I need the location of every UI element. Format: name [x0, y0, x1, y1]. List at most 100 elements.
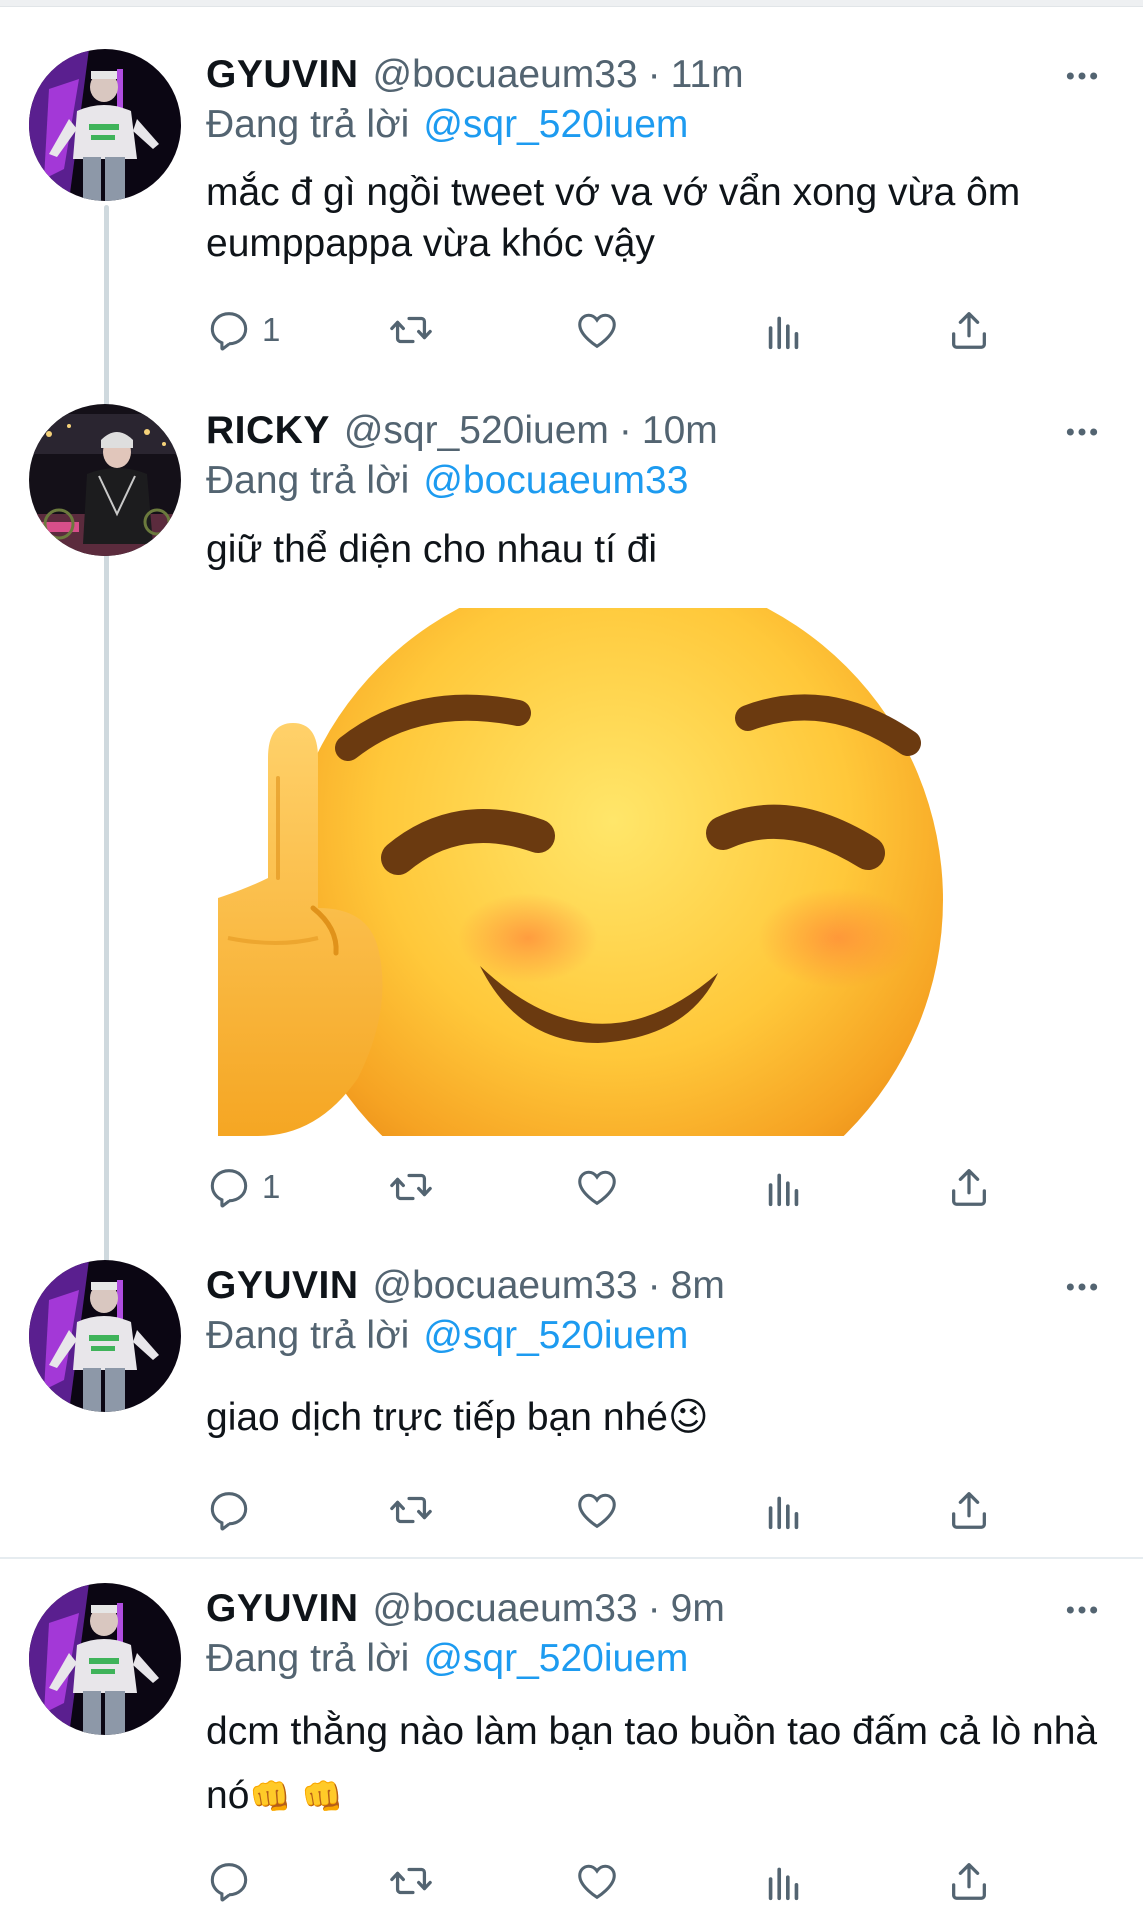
avatar[interactable]	[29, 1260, 181, 1412]
tweet-divider	[0, 1557, 1143, 1559]
heart-icon	[578, 313, 616, 349]
views-icon	[768, 1867, 799, 1901]
action-bar: 1	[206, 1162, 1026, 1212]
display-name[interactable]: RICKY	[206, 409, 330, 453]
avatar-ricky-image	[29, 404, 181, 556]
mention-link[interactable]: @sqr_520iuem	[423, 103, 688, 146]
separator-dot: ·	[647, 53, 661, 96]
more-button[interactable]	[1058, 52, 1106, 100]
replying-label: Đang trả lời	[206, 1314, 410, 1357]
like-button[interactable]	[574, 1485, 620, 1535]
separator-dot: ·	[647, 1587, 661, 1630]
user-handle[interactable]: @bocuaeum33	[373, 53, 638, 97]
more-button[interactable]	[1058, 1586, 1106, 1634]
share-icon	[952, 312, 986, 349]
tweet-text-content: giao dịch trực tiếp bạn nhé	[206, 1396, 668, 1439]
tweet-text: dcm thằng nào làm bạn tao buồn tao đấm c…	[206, 1700, 1106, 1829]
views-button[interactable]	[761, 1162, 807, 1212]
reply-button[interactable]	[206, 1485, 252, 1535]
avatar-gyuvin-image	[29, 1260, 181, 1412]
display-name[interactable]: GYUVIN	[206, 1587, 359, 1631]
display-name[interactable]: GYUVIN	[206, 1264, 359, 1308]
views-icon	[768, 316, 799, 350]
heart-icon	[578, 1864, 616, 1900]
share-button[interactable]	[946, 305, 992, 355]
retweet-icon	[390, 316, 432, 344]
mention-link[interactable]: @bocuaeum33	[423, 459, 688, 502]
replying-label: Đang trả lời	[206, 103, 410, 146]
share-button[interactable]	[946, 1485, 992, 1535]
action-bar	[206, 1485, 1026, 1535]
user-handle[interactable]: @bocuaeum33	[373, 1587, 638, 1631]
timestamp[interactable]: 8m	[671, 1264, 725, 1308]
avatar[interactable]	[29, 1583, 181, 1735]
heart-icon	[578, 1170, 616, 1206]
avatar-gyuvin-image	[29, 1583, 181, 1735]
replying-to: Đang trả lời @sqr_520iuem	[206, 103, 688, 147]
timestamp[interactable]: 10m	[642, 409, 718, 453]
more-icon	[1066, 1283, 1098, 1291]
more-button[interactable]	[1058, 408, 1106, 456]
retweet-button[interactable]	[388, 1485, 434, 1535]
reply-icon	[210, 1863, 248, 1902]
replying-label: Đang trả lời	[206, 459, 410, 502]
avatar[interactable]	[29, 404, 181, 556]
separator-dot: ·	[647, 1264, 661, 1307]
retweet-icon	[390, 1867, 432, 1895]
retweet-button[interactable]	[388, 305, 434, 355]
views-button[interactable]	[761, 1856, 807, 1906]
action-bar: 1	[206, 305, 1026, 355]
share-icon	[952, 1492, 986, 1529]
mention-link[interactable]: @sqr_520iuem	[423, 1637, 688, 1680]
retweet-button[interactable]	[388, 1162, 434, 1212]
views-button[interactable]	[761, 305, 807, 355]
wink-emoji: 😉	[667, 1396, 709, 1439]
user-handle[interactable]: @sqr_520iuem	[344, 409, 609, 453]
avatar[interactable]	[29, 49, 181, 201]
more-icon	[1066, 1606, 1098, 1614]
reply-button[interactable]: 1	[206, 1162, 280, 1212]
like-button[interactable]	[574, 305, 620, 355]
views-icon	[768, 1173, 799, 1207]
like-button[interactable]	[574, 1162, 620, 1212]
tweet-text: giao dịch trực tiếp bạn nhé😉	[206, 1392, 1106, 1443]
share-button[interactable]	[946, 1856, 992, 1906]
timestamp[interactable]: 9m	[671, 1587, 725, 1631]
reply-count: 1	[262, 1168, 281, 1205]
tweet-media-image[interactable]	[218, 608, 1048, 1136]
top-border	[0, 0, 1143, 7]
retweet-button[interactable]	[388, 1856, 434, 1906]
replying-to: Đang trả lời @bocuaeum33	[206, 459, 688, 503]
user-handle[interactable]: @bocuaeum33	[373, 1264, 638, 1308]
replying-to: Đang trả lời @sqr_520iuem	[206, 1637, 688, 1681]
separator-dot: ·	[618, 409, 632, 452]
mention-link[interactable]: @sqr_520iuem	[423, 1314, 688, 1357]
heart-icon	[578, 1493, 616, 1529]
avatar-gyuvin-image	[29, 49, 181, 201]
action-bar	[206, 1856, 1026, 1906]
smiling-face-middle-finger-emoji	[218, 608, 943, 1136]
replying-label: Đang trả lời	[206, 1637, 410, 1680]
thread-line	[104, 205, 109, 1265]
reply-icon	[210, 1492, 248, 1531]
share-button[interactable]	[946, 1162, 992, 1212]
share-icon	[952, 1169, 986, 1206]
more-icon	[1066, 72, 1098, 80]
more-button[interactable]	[1058, 1263, 1106, 1311]
display-name[interactable]: GYUVIN	[206, 53, 359, 97]
reply-button[interactable]: 1	[206, 305, 280, 355]
views-button[interactable]	[761, 1485, 807, 1535]
tweet-text: mắc đ gì ngồi tweet vớ va vớ vẩn xong vừ…	[206, 171, 1021, 265]
reply-icon	[210, 312, 248, 351]
fist-emoji: 👊 👊	[249, 1778, 344, 1816]
share-icon	[952, 1863, 986, 1900]
views-icon	[768, 1496, 799, 1530]
like-button[interactable]	[574, 1856, 620, 1906]
reply-button[interactable]	[206, 1856, 252, 1906]
reply-icon	[210, 1169, 248, 1208]
replying-to: Đang trả lời @sqr_520iuem	[206, 1314, 688, 1358]
timestamp[interactable]: 11m	[671, 53, 744, 97]
more-icon	[1066, 428, 1098, 436]
retweet-icon	[390, 1173, 432, 1201]
tweet-text: giữ thể diện cho nhau tí đi	[206, 528, 658, 571]
